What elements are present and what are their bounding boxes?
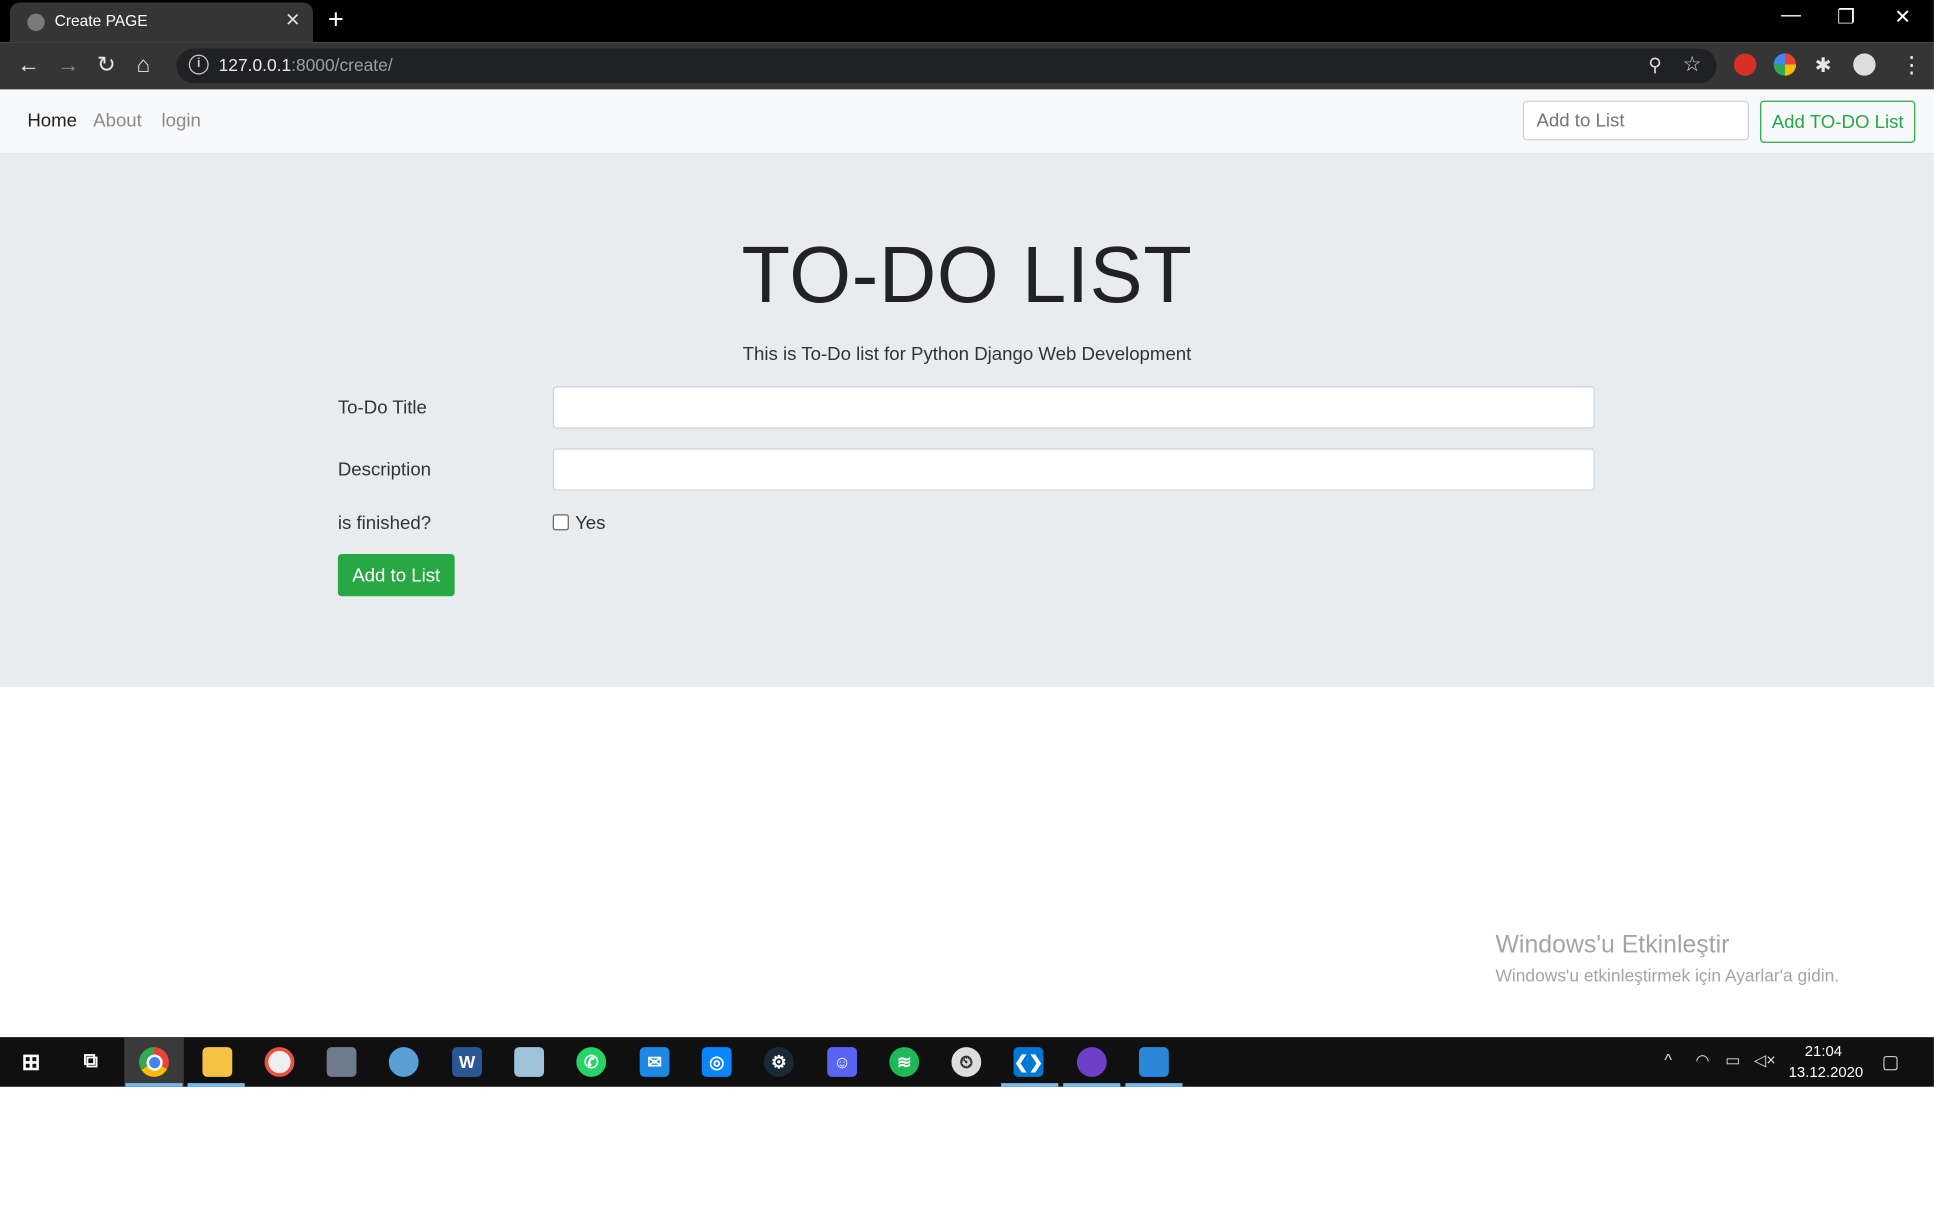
new-tab-icon[interactable]: + (328, 4, 344, 36)
extension-yab-icon[interactable] (1733, 53, 1757, 76)
is-finished-checkbox[interactable] (552, 514, 569, 531)
vscode-running-indicator (1001, 1083, 1059, 1087)
github-desktop-icon[interactable] (1076, 1047, 1107, 1077)
description-label: Description (337, 459, 432, 481)
notes-app-icon[interactable] (514, 1047, 545, 1077)
notifications-icon[interactable]: ▢ (1882, 1051, 1900, 1073)
volume-muted-icon[interactable]: ◁× (1754, 1051, 1776, 1071)
whatsapp-icon[interactable]: ✆ (576, 1047, 607, 1077)
activation-watermark-title: Windows'u Etkinleştir (1495, 931, 1730, 959)
clock-app-icon[interactable]: ⏲ (951, 1047, 982, 1077)
photos-icon[interactable] (1139, 1047, 1169, 1077)
clock-time: 21:04 (1804, 1042, 1843, 1060)
github-running-indicator (1063, 1083, 1121, 1087)
photos-running-indicator (1125, 1083, 1183, 1087)
network-icon[interactable]: ◠ (1695, 1051, 1709, 1071)
page-lead: This is To-Do list for Python Django Web… (742, 344, 1192, 366)
browser-toolbar: ← → ↻ ⌂ i 127.0.0.1:8000/create/ ⚲ ☆ ✱ ⋮ (0, 42, 1934, 90)
spotify-icon[interactable]: ≋ (889, 1047, 920, 1077)
forward-icon[interactable]: → (57, 52, 79, 78)
tab-title: Create PAGE (54, 12, 148, 30)
paint-icon[interactable] (388, 1047, 419, 1077)
page-title: TO-DO LIST (741, 229, 1193, 320)
address-bar[interactable]: i 127.0.0.1:8000/create/ ⚲ ☆ (176, 48, 1717, 84)
steam-icon[interactable]: ⚙ (763, 1047, 794, 1077)
close-tab-icon[interactable]: ✕ (285, 9, 301, 31)
todo-title-input[interactable] (552, 386, 1595, 429)
nav-link-login[interactable]: login (161, 111, 200, 132)
nav-add-input[interactable] (1522, 100, 1749, 141)
chrome-running-indicator (125, 1083, 183, 1087)
reload-icon[interactable]: ↻ (97, 52, 116, 78)
taskbar-clock[interactable]: 21:04 13.12.2020 (1788, 1041, 1864, 1083)
bookmark-star-icon[interactable]: ☆ (1683, 52, 1702, 77)
mail-icon[interactable]: ✉ (639, 1047, 670, 1077)
site-navbar: Home About login Add TO-DO List (0, 89, 1934, 155)
is-finished-label: is finished? (337, 512, 432, 535)
browser-tab[interactable]: Create PAGE ✕ (9, 2, 314, 43)
url-path: :8000/create/ (291, 54, 393, 75)
file-explorer-icon[interactable] (202, 1047, 233, 1077)
back-icon[interactable]: ← (17, 52, 39, 78)
nav-link-about[interactable]: About (93, 111, 142, 132)
nav-link-home[interactable]: Home (27, 111, 77, 132)
battery-icon[interactable]: ▭ (1725, 1051, 1740, 1071)
extensions-puzzle-icon[interactable]: ✱ (1815, 53, 1832, 78)
instagram-app-icon[interactable]: ◎ (701, 1047, 732, 1077)
task-view-icon[interactable]: ⧉ (76, 1047, 106, 1077)
home-icon[interactable]: ⌂ (137, 52, 151, 78)
screen: Create PAGE ✕ + — ❐ ✕ ← → ↻ ⌂ i 127.0.0.… (0, 0, 1934, 1087)
description-input[interactable] (552, 448, 1595, 491)
window-close-icon[interactable]: ✕ (1894, 5, 1911, 30)
url-text: 127.0.0.1:8000/create/ (219, 55, 393, 75)
add-to-list-button[interactable]: Add to List (337, 553, 455, 597)
windows-taskbar: ⊞ ⧉ W ✆ ✉ ◎ ⚙ ☺ ≋ ⏲ ❮❯ ^ ◠ ▭ ◁× 21:04 13… (0, 1037, 1934, 1087)
restore-icon[interactable]: ❐ (1837, 5, 1855, 30)
todo-title-label: To-Do Title (337, 397, 427, 419)
tray-chevron-icon[interactable]: ^ (1664, 1051, 1672, 1070)
add-todo-list-button[interactable]: Add TO-DO List (1760, 100, 1916, 143)
activation-watermark-subtitle: Windows'u etkinleştirmek için Ayarlar'a … (1495, 965, 1840, 985)
url-host: 127.0.0.1 (218, 54, 292, 75)
clock-date: 13.12.2020 (1788, 1063, 1864, 1081)
zoom-icon[interactable]: ⚲ (1648, 53, 1662, 76)
word-icon[interactable]: W (452, 1047, 482, 1077)
profile-avatar[interactable] (1853, 53, 1876, 76)
info-icon[interactable]: i (188, 54, 209, 75)
checkbox-yes-label[interactable]: Yes (575, 513, 605, 534)
vscode-icon[interactable]: ❮❯ (1013, 1047, 1044, 1077)
media-player-icon[interactable] (264, 1047, 295, 1077)
extension-color-icon[interactable] (1773, 53, 1797, 76)
minimize-icon[interactable]: — (1781, 5, 1801, 27)
windows-start-icon[interactable]: ⊞ (16, 1047, 46, 1077)
more-menu-icon[interactable]: ⋮ (1900, 52, 1922, 78)
explorer-running-indicator (187, 1083, 245, 1087)
chrome-icon[interactable] (139, 1047, 169, 1077)
browser-tab-strip: Create PAGE ✕ + — ❐ ✕ (0, 0, 1934, 43)
globe-icon (27, 13, 45, 32)
discord-icon[interactable]: ☺ (827, 1047, 858, 1077)
jumbotron: TO-DO LIST This is To-Do list for Python… (0, 154, 1934, 687)
calculator-icon[interactable] (326, 1047, 357, 1077)
